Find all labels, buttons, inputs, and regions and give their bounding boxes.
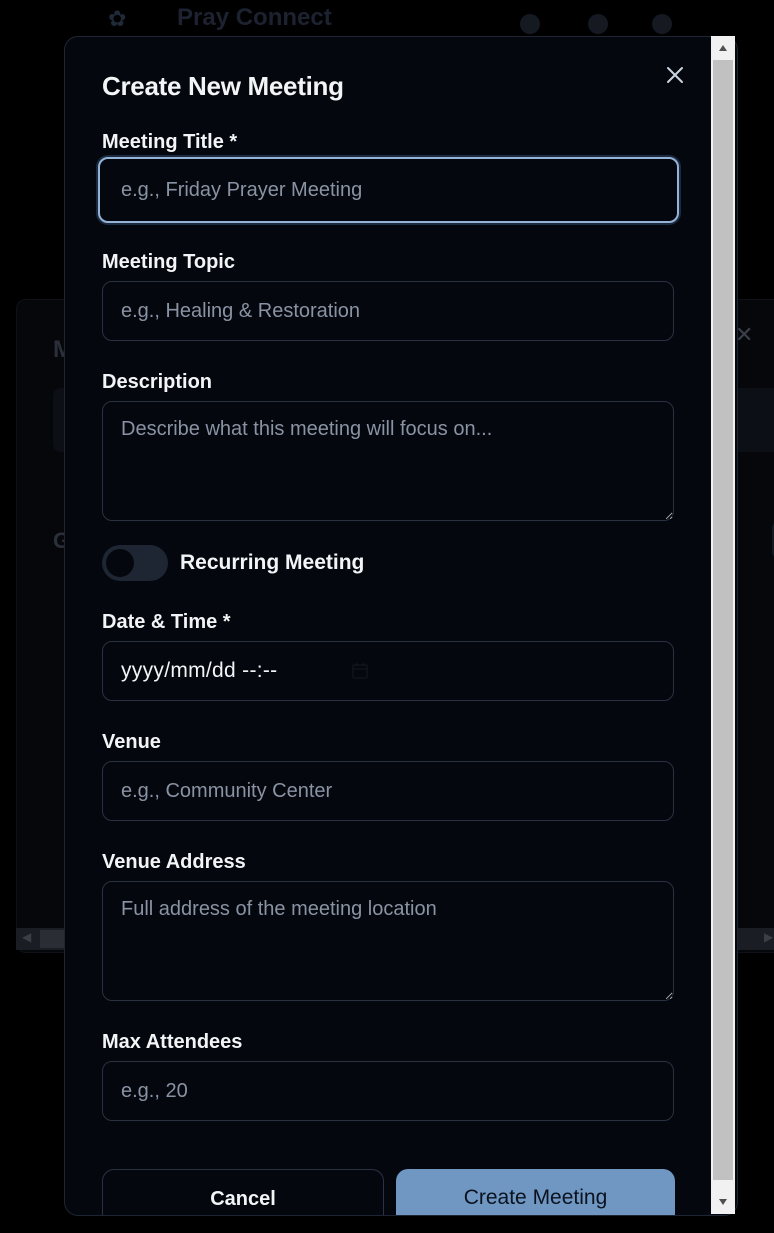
moon-icon [520,14,540,34]
max-attendees-label: Max Attendees [102,1031,243,1053]
recurring-toggle[interactable] [102,545,168,581]
meeting-title-label: Meeting Title * [102,131,238,153]
scroll-up-icon [719,45,727,51]
close-button[interactable] [661,61,689,89]
calendar-icon[interactable] [351,662,369,680]
meeting-title-input[interactable] [98,157,679,223]
logo-icon: ✿ [108,6,127,31]
scroll-right-icon: ▶ [764,930,774,944]
venue-input[interactable] [102,761,674,821]
app-header: ✿ Pray Connect [0,0,774,36]
cancel-button[interactable]: Cancel [102,1169,384,1215]
meeting-topic-input[interactable] [102,281,674,341]
venue-label: Venue [102,731,161,753]
recurring-label: Recurring Meeting [180,551,365,574]
venue-address-textarea[interactable] [102,881,674,1001]
scroll-down-button[interactable] [711,1190,735,1214]
datetime-input[interactable]: yyyy/mm/dd --:-- [102,641,674,701]
venue-address-label: Venue Address [102,851,246,873]
close-icon [667,67,683,83]
scroll-down-icon [719,1199,727,1205]
create-meeting-button[interactable]: Create Meeting [396,1169,675,1215]
modal-scrollbar[interactable] [711,36,735,1214]
scroll-left-icon: ◀ [22,930,32,944]
app-title: Pray Connect [177,4,332,31]
bell-icon [588,14,608,34]
scrollbar-thumb[interactable] [713,60,733,1180]
meeting-topic-label: Meeting Topic [102,251,235,273]
scroll-up-button[interactable] [711,36,735,60]
toggle-knob [106,549,134,577]
description-label: Description [102,371,213,393]
max-attendees-input[interactable] [102,1061,674,1121]
datetime-value: yyyy/mm/dd --:-- [121,659,278,682]
create-meeting-modal: Create New Meeting Meeting Title * Meeti… [64,36,738,1216]
background-scroll-thumb [40,930,64,948]
user-icon [652,14,672,34]
modal-title: Create New Meeting [102,71,344,101]
description-textarea[interactable] [102,401,674,521]
datetime-label: Date & Time * [102,611,231,633]
